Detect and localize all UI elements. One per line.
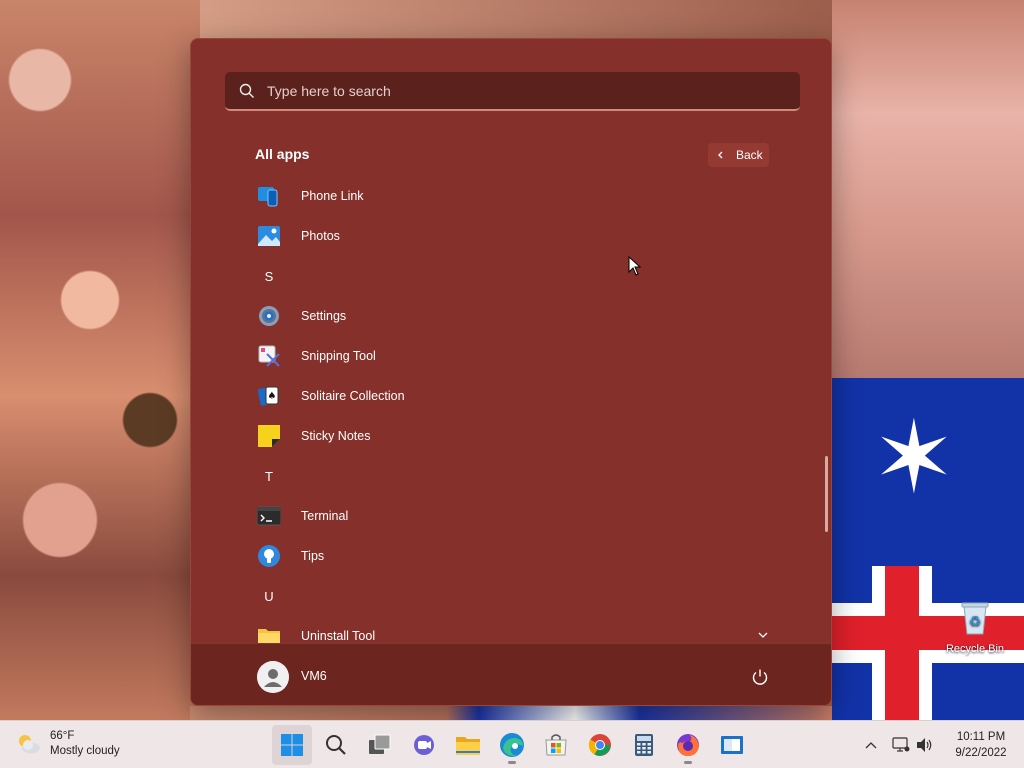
volume-icon[interactable] bbox=[916, 737, 934, 753]
snipping-tool-icon bbox=[258, 345, 280, 367]
clock-time: 10:11 PM bbox=[956, 731, 1006, 743]
weather-widget[interactable]: 66°F Mostly cloudy bbox=[16, 729, 120, 759]
weather-description: Mostly cloudy bbox=[50, 745, 120, 757]
app-item-snipping-tool[interactable]: Snipping Tool bbox=[247, 338, 787, 374]
all-apps-title: All apps bbox=[255, 146, 310, 162]
user-icon bbox=[257, 661, 289, 693]
user-name[interactable]: VM6 bbox=[301, 669, 327, 683]
search-icon bbox=[239, 83, 254, 98]
start-footer: VM6 bbox=[191, 643, 831, 705]
chat-icon bbox=[414, 735, 434, 755]
running-indicator bbox=[684, 761, 692, 764]
start-menu: All apps Back Phone Link Photos S bbox=[190, 38, 832, 706]
app-label: Phone Link bbox=[301, 189, 364, 203]
app-label: Settings bbox=[301, 309, 347, 323]
chevron-left-icon bbox=[718, 151, 723, 159]
calculator-icon bbox=[635, 734, 653, 756]
folder-icon bbox=[258, 629, 280, 643]
cloudy-weather-icon bbox=[19, 735, 40, 754]
mouse-cursor-icon bbox=[628, 256, 642, 276]
recycle-bin[interactable]: ♻ Recycle Bin bbox=[944, 600, 1006, 655]
network-icon[interactable] bbox=[892, 737, 910, 753]
app-label: Snipping Tool bbox=[301, 349, 376, 363]
terminal-icon bbox=[257, 506, 281, 526]
app-item-sticky-notes[interactable]: Sticky Notes bbox=[247, 418, 787, 454]
file-explorer-icon bbox=[456, 737, 480, 755]
wallpaper-flag: ✶ bbox=[832, 378, 1024, 720]
task-view-icon bbox=[369, 734, 391, 754]
app-icon bbox=[721, 736, 743, 754]
taskbar: 66°F Mostly cloudy 10:11 PM 9/22/2022 bbox=[0, 720, 1024, 768]
app-item-solitaire-collection[interactable]: ♠ Solitaire Collection bbox=[247, 378, 787, 414]
chrome-icon bbox=[588, 734, 611, 756]
app-item-settings[interactable]: Settings bbox=[247, 298, 787, 334]
app-list-scrollbar[interactable] bbox=[825, 456, 828, 532]
taskbar-chat-button[interactable] bbox=[404, 725, 444, 765]
photos-icon bbox=[258, 226, 280, 246]
app-item-phone-link[interactable]: Phone Link bbox=[247, 178, 787, 214]
letter-header-t[interactable]: T bbox=[247, 458, 787, 494]
solitaire-cards-icon: ♠ bbox=[257, 386, 279, 406]
recycle-bin-icon: ♻ bbox=[961, 602, 989, 635]
firefox-icon bbox=[677, 734, 699, 756]
power-icon[interactable] bbox=[751, 668, 769, 686]
all-apps-list: Phone Link Photos S Settings Snipping To… bbox=[191, 176, 831, 643]
recycle-bin-label: Recycle Bin bbox=[945, 643, 1005, 655]
windows-start-icon bbox=[281, 734, 303, 756]
app-label: Photos bbox=[301, 229, 340, 243]
system-clock[interactable]: 10:11 PM 9/22/2022 bbox=[946, 729, 1016, 761]
phone-link-icon bbox=[258, 187, 278, 207]
running-indicator bbox=[508, 761, 516, 764]
user-avatar[interactable] bbox=[257, 661, 289, 693]
svg-text:♻: ♻ bbox=[969, 614, 982, 630]
svg-text:♠: ♠ bbox=[268, 391, 277, 402]
taskbar-firefox-button[interactable] bbox=[668, 725, 708, 765]
app-label: Solitaire Collection bbox=[301, 389, 405, 403]
taskbar-calculator-button[interactable] bbox=[624, 725, 664, 765]
wallpaper-bottom-strip bbox=[190, 706, 832, 720]
taskbar-start-button[interactable] bbox=[272, 725, 312, 765]
search-icon bbox=[326, 735, 346, 755]
weather-temperature: 66°F bbox=[50, 730, 75, 742]
sticky-notes-icon bbox=[258, 425, 280, 447]
app-label: Sticky Notes bbox=[301, 429, 371, 443]
edge-icon bbox=[500, 733, 524, 757]
search-input[interactable] bbox=[267, 82, 787, 99]
wallpaper-left-art bbox=[0, 0, 200, 720]
back-button[interactable]: Back bbox=[708, 143, 769, 167]
app-label: Terminal bbox=[301, 509, 349, 523]
taskbar-task-view-button[interactable] bbox=[360, 725, 400, 765]
app-item-tips[interactable]: Tips bbox=[247, 538, 787, 574]
app-item-photos[interactable]: Photos bbox=[247, 218, 787, 254]
app-label: Tips bbox=[301, 549, 325, 563]
chevron-down-icon[interactable] bbox=[757, 629, 769, 641]
app-item-terminal[interactable]: Terminal bbox=[247, 498, 787, 534]
app-item-uninstall-tool[interactable]: Uninstall Tool bbox=[247, 618, 787, 643]
wallpaper-right-art bbox=[832, 0, 1024, 378]
tips-lightbulb-icon bbox=[258, 545, 280, 567]
letter-header-s[interactable]: S bbox=[247, 258, 787, 294]
taskbar-search-button[interactable] bbox=[316, 725, 356, 765]
letter-header-u[interactable]: U bbox=[247, 578, 787, 614]
settings-gear-icon bbox=[259, 306, 279, 326]
taskbar-store-button[interactable] bbox=[536, 725, 576, 765]
taskbar-app-button[interactable] bbox=[712, 725, 752, 765]
taskbar-edge-button[interactable] bbox=[492, 725, 532, 765]
taskbar-file-explorer-button[interactable] bbox=[448, 725, 488, 765]
store-icon bbox=[545, 734, 567, 756]
app-label: Uninstall Tool bbox=[301, 629, 376, 643]
start-search-box[interactable] bbox=[225, 72, 800, 111]
taskbar-chrome-button[interactable] bbox=[580, 725, 620, 765]
chevron-up-icon[interactable] bbox=[864, 739, 878, 751]
back-button-label: Back bbox=[736, 148, 763, 162]
clock-date: 9/22/2022 bbox=[955, 747, 1007, 759]
